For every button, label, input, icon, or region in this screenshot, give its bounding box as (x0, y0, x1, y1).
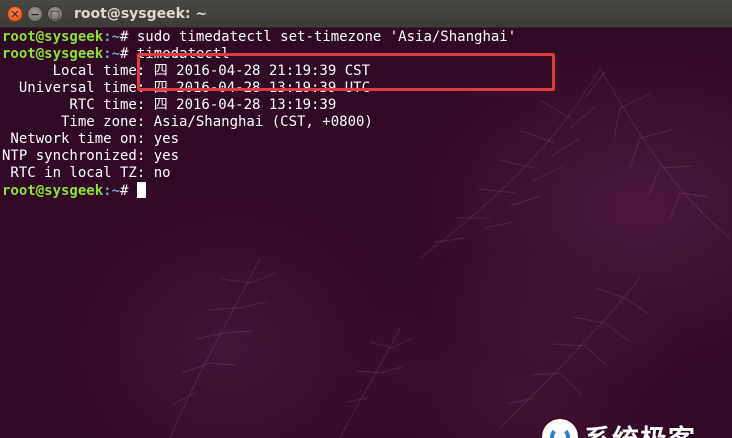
command-text: sudo timedatectl set-timezone 'Asia/Shan… (136, 29, 517, 45)
window-title: root@sysgeek: ~ (74, 6, 208, 22)
current-prompt-line[interactable]: root@sysgeek:~# (2, 182, 516, 199)
output-line: RTC in local TZ: no (2, 165, 171, 181)
command-highlight-box (137, 53, 555, 91)
output-line: RTC time: 四 2016-04-28 13:19:39 (2, 97, 337, 113)
text-cursor (136, 182, 146, 198)
prompt-user: root@sysgeek (2, 29, 104, 45)
terminal-area[interactable]: root@sysgeek:~# sudo timedatectl set-tim… (0, 28, 732, 438)
prompt-symbol: # (120, 46, 137, 62)
prompt-symbol: # (120, 183, 137, 199)
terminal-window: ✕ − □ root@sysgeek: ~ root@sysgeek:~# su… (0, 0, 732, 438)
prompt-user: root@sysgeek (2, 46, 104, 62)
prompt-path: :~ (103, 29, 121, 45)
watermark-logo-icon (542, 419, 578, 438)
watermark: 系统极客 (542, 417, 696, 438)
close-icon[interactable]: ✕ (7, 6, 23, 22)
output-line: Time zone: Asia/Shanghai (CST, +0800) (2, 114, 373, 130)
title-bar[interactable]: ✕ − □ root@sysgeek: ~ (0, 0, 732, 28)
prompt-symbol: # (120, 29, 137, 45)
watermark-text: 系统极客 (584, 418, 696, 438)
maximize-icon[interactable]: □ (47, 6, 63, 22)
output-line: Network time on: yes (2, 131, 180, 147)
minimize-icon[interactable]: − (27, 6, 43, 22)
output-line: NTP synchronized: yes (2, 148, 180, 164)
prompt-path: :~ (103, 46, 121, 62)
command-line: root@sysgeek:~# sudo timedatectl set-tim… (2, 29, 516, 46)
prompt-user: root@sysgeek (2, 183, 104, 199)
prompt-path: :~ (103, 183, 121, 199)
